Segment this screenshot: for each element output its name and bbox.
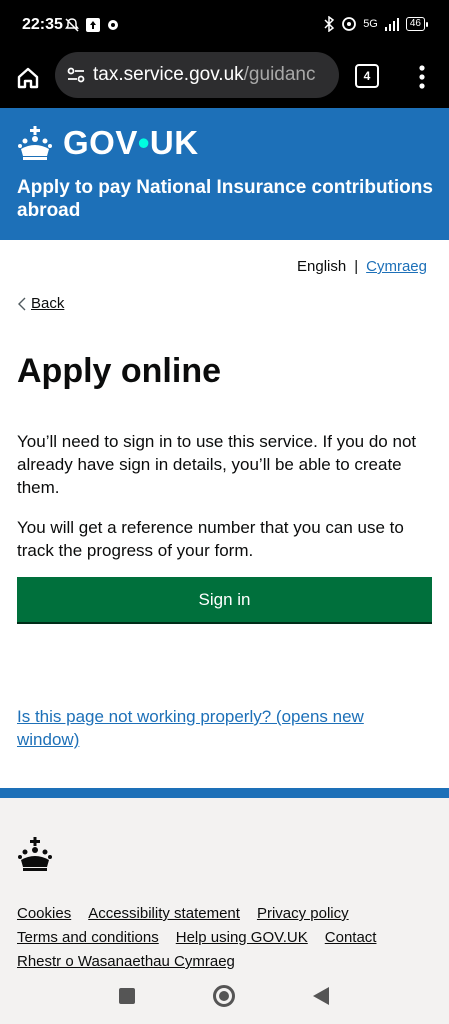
bluetooth-icon (324, 16, 335, 32)
battery-icon: 46 (405, 17, 429, 31)
status-notification-icons (64, 17, 120, 33)
back-chevron-icon (18, 297, 26, 310)
mute-icon (65, 18, 79, 32)
page-title: Apply online (17, 352, 221, 390)
address-bar[interactable]: tax.service.gov.uk/guidanc (55, 52, 339, 98)
back-triangle-icon[interactable] (313, 987, 329, 1005)
footer-link-welsh-services[interactable]: Rhestr o Wasanaethau Cymraeg (17, 953, 235, 970)
back-link[interactable]: Back (17, 295, 64, 312)
upload-icon (86, 18, 100, 32)
back-link-text[interactable]: Back (31, 295, 64, 312)
report-problem-link[interactable]: Is this page not working properly? (open… (17, 705, 417, 751)
logo-dot: • (137, 124, 150, 161)
logo-text-right: UK (149, 124, 199, 161)
status-bar: 22:35 5G 46 (0, 0, 449, 52)
site-settings-icon[interactable] (65, 64, 87, 86)
crown-icon (18, 126, 52, 160)
language-switcher: English | Cymraeg (297, 258, 427, 275)
system-navigation-bar (0, 973, 449, 1024)
footer-link-privacy[interactable]: Privacy policy (257, 905, 349, 922)
sign-in-button[interactable]: Sign in (17, 577, 432, 622)
status-system-icons: 5G 46 (323, 16, 429, 32)
crown-icon (18, 837, 52, 871)
tabs-icon[interactable]: 4 (355, 64, 379, 88)
language-cymraeg-link[interactable]: Cymraeg (366, 258, 427, 275)
govuk-header: GOV•UK Apply to pay National Insurance c… (0, 108, 449, 240)
footer-link-contact[interactable]: Contact (325, 929, 377, 946)
home-circle-icon[interactable] (213, 985, 235, 1007)
logo-text-left: GOV (63, 124, 138, 161)
url-host: tax.service.gov.uk (93, 64, 244, 85)
signal-icon (384, 18, 399, 31)
browser-toolbar: tax.service.gov.uk/guidanc 4 (0, 52, 449, 108)
footer-link-help[interactable]: Help using GOV.UK (176, 929, 308, 946)
footer-links: Cookies Accessibility statement Privacy po… (17, 902, 437, 974)
sign-in-info-paragraph: You’ll need to sign in to use this servi… (17, 432, 417, 497)
footer-link-accessibility[interactable]: Accessibility statement (88, 905, 240, 922)
network-type: 5G (363, 18, 378, 30)
home-icon[interactable] (15, 65, 41, 91)
url-path: /guidanc (243, 64, 316, 85)
language-separator: | (354, 258, 359, 275)
status-time: 22:35 (22, 16, 63, 33)
language-current: English (297, 258, 347, 275)
recents-icon[interactable] (119, 988, 135, 1004)
url-text: tax.service.gov.uk/guidanc (93, 64, 316, 86)
footer-link-terms[interactable]: Terms and conditions (17, 929, 159, 946)
govuk-logo[interactable]: GOV•UK (17, 124, 199, 162)
govuk-footer: Cookies Accessibility statement Privacy po… (0, 788, 449, 973)
footer-link-cookies[interactable]: Cookies (17, 905, 71, 922)
reference-number-paragraph: You will get a reference number that you… (17, 518, 404, 560)
settings-gear-icon (108, 20, 118, 30)
hotspot-icon (342, 17, 357, 31)
service-name[interactable]: Apply to pay National Insurance contribu… (17, 176, 437, 222)
govuk-wordmark: GOV•UK (63, 124, 199, 162)
more-menu-icon[interactable] (412, 63, 432, 91)
